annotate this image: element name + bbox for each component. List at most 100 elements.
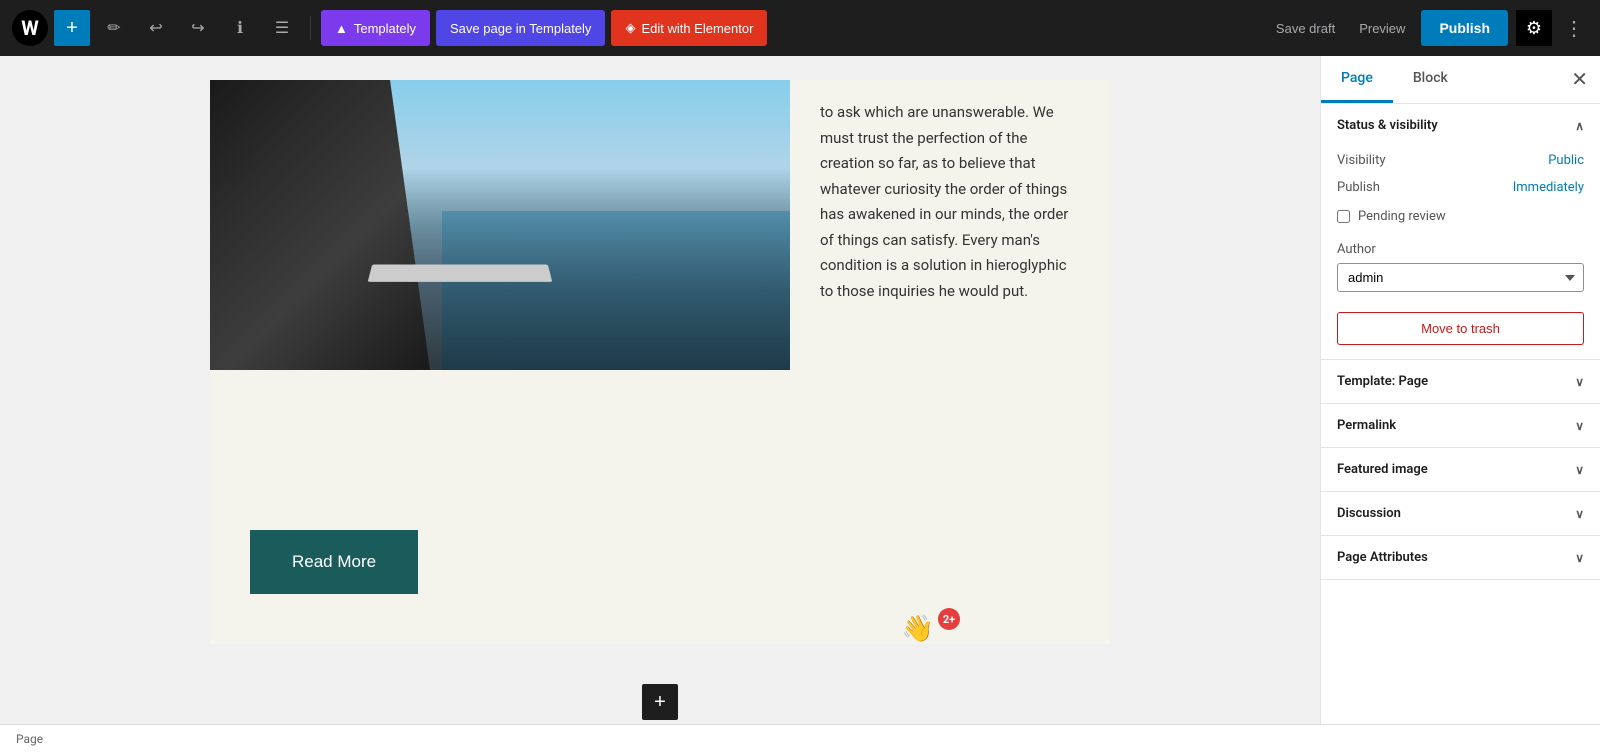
block-tab-label: Block [1413, 70, 1448, 86]
pending-review-row: Pending review [1337, 201, 1584, 232]
add-block-inline-icon: + [654, 691, 666, 714]
templately-label: Templately [354, 21, 416, 36]
edit-mode-button[interactable]: ✏ [96, 10, 132, 46]
floating-emoji-container: 👋 2+ [902, 614, 960, 644]
more-icon: ⋮ [1564, 18, 1584, 40]
hand-emoji: 👋 [902, 614, 934, 644]
list-view-button[interactable]: ☰ [264, 10, 300, 46]
featured-image-header[interactable]: Featured image ∨ [1321, 448, 1600, 491]
plus-icon: + [66, 17, 78, 40]
discussion-header[interactable]: Discussion ∨ [1321, 492, 1600, 535]
pending-review-checkbox[interactable] [1337, 210, 1350, 223]
page-attributes-header[interactable]: Page Attributes ∨ [1321, 536, 1600, 579]
author-label: Author [1337, 242, 1584, 257]
editor-area: to ask which are unanswerable. We must t… [0, 56, 1320, 724]
info-icon: ℹ [237, 18, 243, 38]
add-block-button[interactable]: + [54, 10, 90, 46]
template-header[interactable]: Template: Page ∨ [1321, 360, 1600, 403]
content-paragraph: to ask which are unanswerable. We must t… [820, 100, 1080, 304]
status-bar-label: Page [16, 732, 43, 746]
page-tab[interactable]: Page [1321, 56, 1393, 103]
wp-logo[interactable]: W [12, 10, 48, 46]
elementor-label: Edit with Elementor [641, 21, 753, 36]
road-element [368, 265, 553, 282]
block-tab[interactable]: Block [1393, 56, 1468, 103]
sidebar-header: Page Block ✕ [1321, 56, 1600, 104]
permalink-chevron-down: ∨ [1575, 419, 1584, 433]
publish-schedule-value-link[interactable]: Immediately [1513, 180, 1584, 195]
save-templately-button[interactable]: Save page in Templately [436, 10, 605, 46]
discussion-section: Discussion ∨ [1321, 492, 1600, 536]
undo-button[interactable]: ↩ [138, 10, 174, 46]
discussion-label: Discussion [1337, 506, 1401, 521]
save-templately-label: Save page in Templately [450, 21, 591, 36]
content-image[interactable] [210, 80, 790, 500]
status-visibility-content: Visibility Public Publish Immediately Pe… [1321, 147, 1600, 359]
pencil-icon: ✏ [107, 18, 120, 38]
settings-icon: ⚙ [1526, 18, 1542, 39]
page-attributes-label: Page Attributes [1337, 550, 1428, 565]
sidebar-close-button[interactable]: ✕ [1571, 70, 1588, 90]
editor-content: to ask which are unanswerable. We must t… [210, 80, 1110, 644]
status-visibility-section: Status & visibility ∧ Visibility Public … [1321, 104, 1600, 360]
coastal-image [210, 80, 790, 370]
featured-image-label: Featured image [1337, 462, 1428, 477]
template-section: Template: Page ∨ [1321, 360, 1600, 404]
featured-image-section: Featured image ∨ [1321, 448, 1600, 492]
preview-button[interactable]: Preview [1351, 15, 1413, 42]
sidebar: Page Block ✕ Status & visibility ∧ Vi [1320, 56, 1600, 724]
save-draft-label: Save draft [1276, 21, 1335, 36]
image-scene [210, 80, 790, 370]
more-options-button[interactable]: ⋮ [1560, 12, 1588, 45]
sidebar-scroll: Status & visibility ∧ Visibility Public … [1321, 104, 1600, 724]
toolbar: W + ✏ ↩ ↪ ℹ ☰ ▲ Templately [0, 0, 1600, 56]
cliff-element [210, 80, 430, 370]
status-visibility-chevron-up: ∧ [1575, 119, 1584, 133]
page-tab-label: Page [1341, 70, 1373, 86]
page-attributes-section: Page Attributes ∨ [1321, 536, 1600, 580]
templately-button[interactable]: ▲ Templately [321, 10, 430, 46]
move-to-trash-button[interactable]: Move to trash [1337, 312, 1584, 345]
main-area: to ask which are unanswerable. We must t… [0, 56, 1600, 724]
permalink-section: Permalink ∨ [1321, 404, 1600, 448]
page-attributes-chevron-down: ∨ [1575, 551, 1584, 565]
info-button[interactable]: ℹ [222, 10, 258, 46]
permalink-label: Permalink [1337, 418, 1396, 433]
permalink-header[interactable]: Permalink ∨ [1321, 404, 1600, 447]
publish-schedule-row: Publish Immediately [1337, 174, 1584, 201]
add-block-inline-button[interactable]: + [642, 684, 678, 720]
author-select[interactable]: admin [1337, 263, 1584, 292]
pending-review-label: Pending review [1358, 209, 1446, 224]
toolbar-right: Save draft Preview Publish ⚙ ⋮ [1268, 10, 1588, 46]
save-draft-button[interactable]: Save draft [1268, 15, 1343, 42]
read-more-area: Read More [210, 500, 1110, 644]
toolbar-left: W + ✏ ↩ ↪ ℹ ☰ ▲ Templately [12, 10, 1260, 46]
list-icon: ☰ [275, 18, 289, 38]
notification-badge: 2+ [938, 608, 960, 630]
author-section: Author admin [1337, 232, 1584, 302]
close-icon: ✕ [1571, 69, 1588, 91]
visibility-label: Visibility [1337, 153, 1386, 168]
publish-button[interactable]: Publish [1421, 10, 1508, 46]
elementor-icon: ◈ [625, 20, 635, 36]
templately-icon: ▲ [335, 21, 348, 36]
settings-button[interactable]: ⚙ [1516, 10, 1552, 46]
publish-schedule-label: Publish [1337, 180, 1380, 195]
undo-icon: ↩ [149, 18, 162, 38]
read-more-label: Read More [292, 552, 376, 571]
visibility-value-link[interactable]: Public [1548, 153, 1584, 168]
discussion-chevron-down: ∨ [1575, 507, 1584, 521]
status-visibility-header[interactable]: Status & visibility ∧ [1321, 104, 1600, 147]
preview-label: Preview [1359, 21, 1405, 36]
redo-button[interactable]: ↪ [180, 10, 216, 46]
status-visibility-title: Status & visibility [1337, 118, 1438, 133]
move-to-trash-label: Move to trash [1421, 321, 1500, 336]
water-element [442, 211, 790, 371]
elementor-button[interactable]: ◈ Edit with Elementor [611, 10, 767, 46]
redo-icon: ↪ [191, 18, 204, 38]
featured-image-chevron-down: ∨ [1575, 463, 1584, 477]
content-text[interactable]: to ask which are unanswerable. We must t… [790, 80, 1110, 500]
add-block-area: + [642, 684, 678, 720]
read-more-button[interactable]: Read More [250, 530, 418, 594]
publish-label: Publish [1439, 20, 1490, 36]
